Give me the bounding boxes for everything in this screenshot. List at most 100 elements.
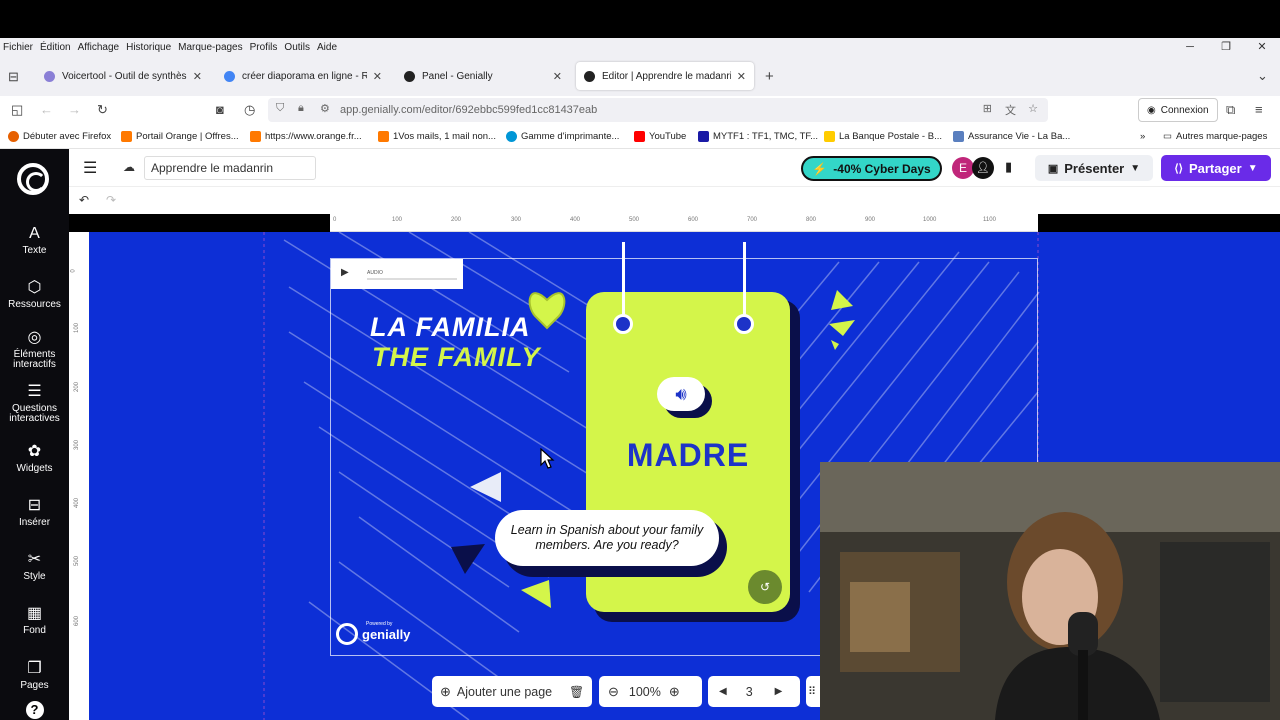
genially-watermark: Powered by genially bbox=[336, 621, 410, 645]
audio-progress-bar[interactable] bbox=[367, 278, 457, 280]
genially-logo-icon[interactable] bbox=[17, 163, 49, 195]
tab-panel-genially[interactable]: Panel - Genially ✕ bbox=[396, 62, 570, 90]
redo-icon[interactable]: ↷ bbox=[106, 193, 116, 207]
bookmark-item[interactable]: MYTF1 : TF1, TMC, TF... bbox=[698, 131, 818, 142]
connexion-button[interactable]: ◉ Connexion bbox=[1138, 98, 1218, 122]
maximize-icon[interactable]: ❐ bbox=[1208, 38, 1244, 56]
add-page-button[interactable]: Ajouter une page bbox=[457, 685, 552, 699]
reload-icon[interactable]: ↻ bbox=[97, 102, 108, 118]
menu-marque-pages[interactable]: Marque-pages bbox=[178, 42, 242, 53]
translate-icon[interactable]: 文 bbox=[1005, 102, 1016, 118]
bookmark-item[interactable]: Gamme d'imprimante... bbox=[506, 131, 619, 142]
menu-affichage[interactable]: Affichage bbox=[78, 42, 120, 53]
extensions-icon[interactable]: ⧉ bbox=[1226, 102, 1235, 118]
speaker-icon[interactable]: 🔊︎ bbox=[657, 377, 705, 411]
bookmark-item[interactable]: La Banque Postale - B... bbox=[824, 131, 942, 142]
horizontal-ruler: 0 100 200 300 400 500 600 700 800 900 10… bbox=[330, 214, 1038, 232]
close-tab-icon[interactable]: ✕ bbox=[193, 70, 202, 83]
style-icon: ✂ bbox=[27, 551, 42, 568]
card-word[interactable]: MADRE bbox=[586, 437, 790, 474]
forward-icon[interactable]: → bbox=[68, 102, 81, 117]
speech-bubble[interactable]: Learn in Spanish about your family membe… bbox=[495, 510, 719, 566]
background-icon: ▦ bbox=[26, 605, 43, 622]
ruler-label: 700 bbox=[747, 217, 758, 223]
sidebar-item-pages[interactable]: ❐ Pages bbox=[0, 660, 69, 691]
project-title-input[interactable]: Apprendre le madanrin bbox=[144, 156, 316, 180]
menu-icon[interactable]: ≡ bbox=[1255, 102, 1263, 117]
cyber-days-promo-button[interactable]: ⚡ -40% Cyber Days bbox=[801, 156, 942, 181]
tab-editor[interactable]: Editor | Apprendre le madanrin ✕ bbox=[576, 62, 754, 90]
zoom-in-icon[interactable]: ⊕ bbox=[669, 684, 680, 700]
url-bar[interactable]: ⛉ 🔒︎ ⚙ app.genially.com/editor/692ebbc59… bbox=[268, 98, 1048, 122]
menu-historique[interactable]: Historique bbox=[126, 42, 171, 53]
bookmark-item[interactable]: Portail Orange | Offres... bbox=[121, 131, 239, 142]
shield-icon[interactable]: ⛉ bbox=[276, 102, 284, 115]
minimize-icon[interactable]: ─ bbox=[1172, 38, 1208, 56]
screenshot-icon[interactable]: ◙ bbox=[216, 102, 224, 117]
chevron-down-icon[interactable]: ⌄ bbox=[1257, 68, 1268, 84]
back-icon[interactable]: ← bbox=[40, 102, 53, 117]
menu-edition[interactable]: Édition bbox=[40, 42, 71, 53]
bookmark-item[interactable]: 1Vos mails, 1 mail non... bbox=[378, 131, 496, 142]
tab-creer-diaporama[interactable]: créer diaporama en ligne - Rech ✕ bbox=[216, 62, 390, 90]
bookmark-item[interactable]: YouTube bbox=[634, 131, 686, 142]
add-collaborator-icon[interactable]: 👤︎ bbox=[972, 157, 994, 179]
flip-card-button[interactable]: ↺ bbox=[748, 570, 782, 604]
new-tab-icon[interactable]: + bbox=[765, 68, 774, 85]
bookmark-item[interactable]: Assurance Vie - La Ba... bbox=[953, 131, 1070, 142]
tab-voicertool[interactable]: Voicertool - Outil de synthèse v ✕ bbox=[36, 62, 210, 90]
grid-view-toolbar[interactable]: ⠿ bbox=[806, 676, 820, 707]
bookmarks-overflow-icon[interactable]: » bbox=[1140, 131, 1145, 142]
play-icon[interactable]: ▶ bbox=[341, 267, 349, 278]
undo-icon[interactable]: ↶ bbox=[79, 193, 89, 207]
grid-icon[interactable]: ⠿ bbox=[808, 685, 816, 698]
previous-page-icon[interactable]: ◀ bbox=[719, 686, 727, 697]
bookmark-item[interactable]: Débuter avec Firefox bbox=[8, 131, 111, 142]
resources-icon: ⬡ bbox=[27, 279, 42, 296]
stats-icon[interactable]: ▮ bbox=[1005, 159, 1012, 175]
add-page-icon[interactable]: ⊕ bbox=[440, 684, 451, 700]
install-app-icon[interactable]: ⊞ bbox=[983, 102, 992, 115]
voicertool-favicon-icon bbox=[44, 70, 55, 82]
history-icon[interactable]: ◷ bbox=[244, 102, 255, 118]
menu-outils[interactable]: Outils bbox=[284, 42, 310, 53]
tab-groups-icon[interactable]: ⊟ bbox=[8, 69, 19, 85]
next-page-icon[interactable]: ▶ bbox=[775, 686, 783, 697]
other-bookmarks[interactable]: ▭ Autres marque-pages bbox=[1163, 131, 1267, 142]
sidebar-item-inserer[interactable]: ⊟ Insérer bbox=[0, 497, 69, 528]
close-window-icon[interactable]: ✕ bbox=[1244, 38, 1280, 56]
slide-title-spanish[interactable]: LA FAMILIA bbox=[370, 312, 530, 343]
audio-player[interactable]: ▶ AUDIO bbox=[331, 259, 463, 289]
lock-icon[interactable]: 🔒︎ bbox=[298, 102, 304, 115]
close-tab-icon[interactable]: ✕ bbox=[553, 70, 562, 83]
ruler-label: 600 bbox=[74, 615, 81, 627]
present-button[interactable]: ▣ Présenter ▼ bbox=[1035, 155, 1153, 181]
page-number[interactable]: 3 bbox=[746, 685, 753, 699]
chevron-down-icon: ▼ bbox=[1130, 162, 1141, 174]
close-tab-icon[interactable]: ✕ bbox=[373, 70, 382, 83]
sidebar-item-questions-interactives[interactable]: ☰ Questions interactives bbox=[0, 383, 69, 424]
menu-fichier[interactable]: Fichier bbox=[3, 42, 33, 53]
menu-profils[interactable]: Profils bbox=[250, 42, 278, 53]
permissions-icon[interactable]: ⚙ bbox=[320, 102, 330, 115]
user-avatar[interactable]: E bbox=[952, 157, 974, 179]
bookmark-item[interactable]: https://www.orange.fr... bbox=[250, 131, 362, 142]
zoom-level[interactable]: 100% bbox=[629, 685, 661, 699]
sidebar-item-style[interactable]: ✂ Style bbox=[0, 551, 69, 582]
slide-title-english[interactable]: THE FAMILY bbox=[372, 342, 541, 373]
sidebar-item-widgets[interactable]: ✿ Widgets bbox=[0, 443, 69, 474]
sidebar-item-fond[interactable]: ▦ Fond bbox=[0, 605, 69, 636]
close-tab-icon[interactable]: ✕ bbox=[737, 70, 746, 83]
sidebar-item-texte[interactable]: A Texte bbox=[0, 225, 69, 256]
interactive-elements-icon: ◎ bbox=[27, 329, 42, 346]
hamburger-menu-icon[interactable]: ☰ bbox=[83, 158, 97, 178]
sidebar-toggle-icon[interactable]: ◱ bbox=[11, 102, 23, 118]
delete-page-icon[interactable]: 🗑︎ bbox=[569, 685, 584, 699]
sidebar-item-elements-interactifs[interactable]: ◎ Éléments interactifs bbox=[0, 329, 69, 370]
share-button[interactable]: ⟨⟩ Partager ▼ bbox=[1161, 155, 1271, 181]
sidebar-item-ressources[interactable]: ⬡ Ressources bbox=[0, 279, 69, 310]
bookmark-star-icon[interactable]: ☆ bbox=[1028, 102, 1038, 115]
menu-aide[interactable]: Aide bbox=[317, 42, 337, 53]
help-button[interactable]: ? bbox=[0, 701, 69, 719]
zoom-out-icon[interactable]: ⊖ bbox=[608, 684, 619, 700]
